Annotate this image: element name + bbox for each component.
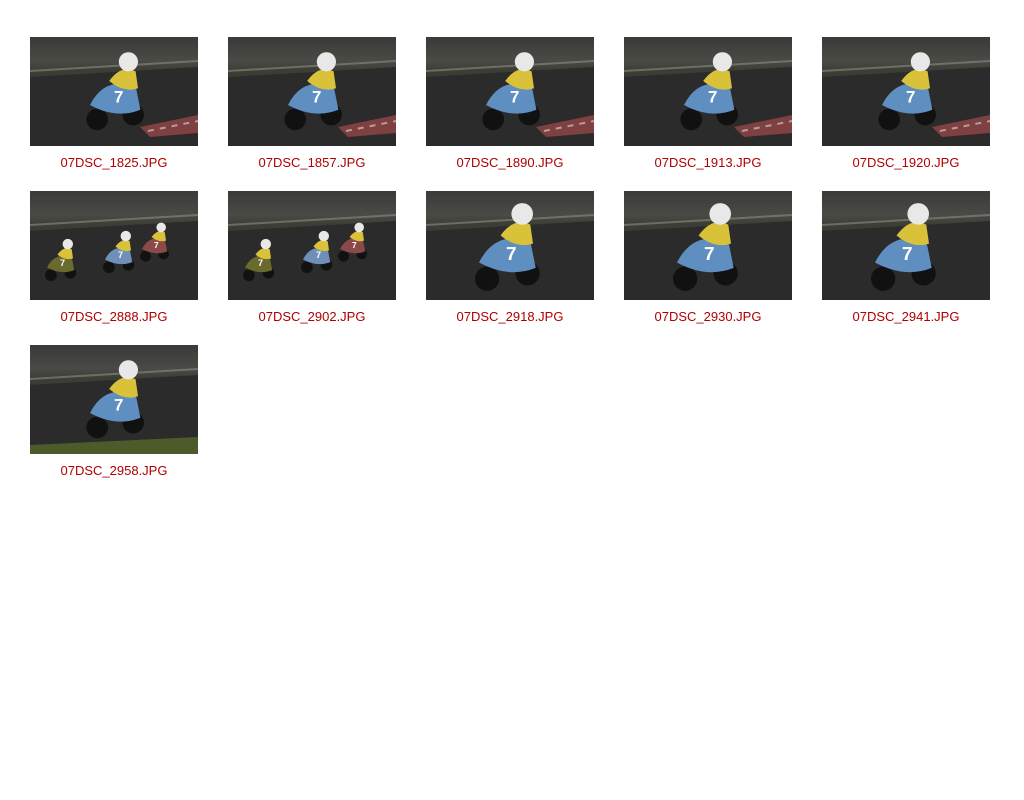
photo-filename-link[interactable]: 07DSC_1913.JPG [624, 155, 792, 170]
photo-gallery: 7 07DSC_1825.JPG 7 07DSC_1857.JPG 7 07DS… [0, 0, 1024, 800]
gallery-item: 7 07DSC_2941.JPG [822, 191, 990, 324]
motorcycle-photo-image: 7 [426, 52, 594, 146]
photo-filename-link[interactable]: 07DSC_1890.JPG [426, 155, 594, 170]
photo-filename-link[interactable]: 07DSC_1857.JPG [228, 155, 396, 170]
photo-thumbnail[interactable]: 7 [822, 37, 990, 146]
svg-text:7: 7 [352, 240, 357, 250]
svg-text:7: 7 [704, 244, 715, 265]
photo-filename-link[interactable]: 07DSC_2888.JPG [30, 309, 198, 324]
photo-filename-link[interactable]: 07DSC_2930.JPG [624, 309, 792, 324]
svg-text:7: 7 [506, 244, 517, 265]
svg-text:7: 7 [258, 258, 263, 268]
svg-text:7: 7 [510, 88, 519, 107]
photo-thumbnail[interactable]: 7 [624, 191, 792, 300]
svg-text:7: 7 [118, 250, 123, 260]
svg-text:7: 7 [312, 88, 321, 107]
photo-thumbnail[interactable]: 7 [228, 37, 396, 146]
svg-text:7: 7 [906, 88, 915, 107]
photo-filename-link[interactable]: 07DSC_2918.JPG [426, 309, 594, 324]
photo-filename-link[interactable]: 07DSC_2941.JPG [822, 309, 990, 324]
svg-text:7: 7 [154, 240, 159, 250]
photo-thumbnail[interactable]: 7 [426, 37, 594, 146]
photo-thumbnail[interactable]: 7 [426, 191, 594, 300]
motorcycle-photo-image: 7 [624, 203, 792, 300]
photo-thumbnail[interactable]: 7 [822, 191, 990, 300]
motorcycle-photo-image: 7 7 7 [228, 214, 396, 300]
gallery-item: 7 7 7 07DSC_2888.JPG [30, 191, 198, 324]
gallery-item: 7 07DSC_1825.JPG [30, 37, 198, 170]
motorcycle-photo-image: 7 [822, 52, 990, 146]
motorcycle-photo-image: 7 [30, 360, 198, 454]
gallery-item: 7 07DSC_2918.JPG [426, 191, 594, 324]
motorcycle-photo-image: 7 [30, 52, 198, 146]
photo-thumbnail[interactable]: 7 [30, 37, 198, 146]
photo-filename-link[interactable]: 07DSC_2958.JPG [30, 463, 198, 478]
photo-thumbnail[interactable]: 7 [30, 345, 198, 454]
photo-filename-link[interactable]: 07DSC_1920.JPG [822, 155, 990, 170]
svg-text:7: 7 [902, 244, 913, 265]
svg-text:7: 7 [114, 88, 123, 107]
photo-filename-link[interactable]: 07DSC_1825.JPG [30, 155, 198, 170]
photo-thumbnail[interactable]: 7 7 7 [228, 191, 396, 300]
gallery-item: 7 07DSC_2930.JPG [624, 191, 792, 324]
motorcycle-photo-image: 7 7 7 [30, 214, 198, 300]
photo-thumbnail[interactable]: 7 7 7 [30, 191, 198, 300]
gallery-item: 7 07DSC_1920.JPG [822, 37, 990, 170]
svg-text:7: 7 [708, 88, 717, 107]
gallery-item: 7 07DSC_1913.JPG [624, 37, 792, 170]
motorcycle-photo-image: 7 [426, 203, 594, 300]
svg-text:7: 7 [316, 250, 321, 260]
gallery-item: 7 07DSC_1857.JPG [228, 37, 396, 170]
svg-text:7: 7 [60, 258, 65, 268]
motorcycle-photo-image: 7 [624, 52, 792, 146]
gallery-item: 7 07DSC_1890.JPG [426, 37, 594, 170]
gallery-item: 7 07DSC_2958.JPG [30, 345, 198, 478]
gallery-item: 7 7 7 07DSC_2902.JPG [228, 191, 396, 324]
motorcycle-photo-image: 7 [228, 52, 396, 146]
motorcycle-photo-image: 7 [822, 203, 990, 300]
photo-thumbnail[interactable]: 7 [624, 37, 792, 146]
svg-text:7: 7 [114, 396, 123, 415]
photo-filename-link[interactable]: 07DSC_2902.JPG [228, 309, 396, 324]
